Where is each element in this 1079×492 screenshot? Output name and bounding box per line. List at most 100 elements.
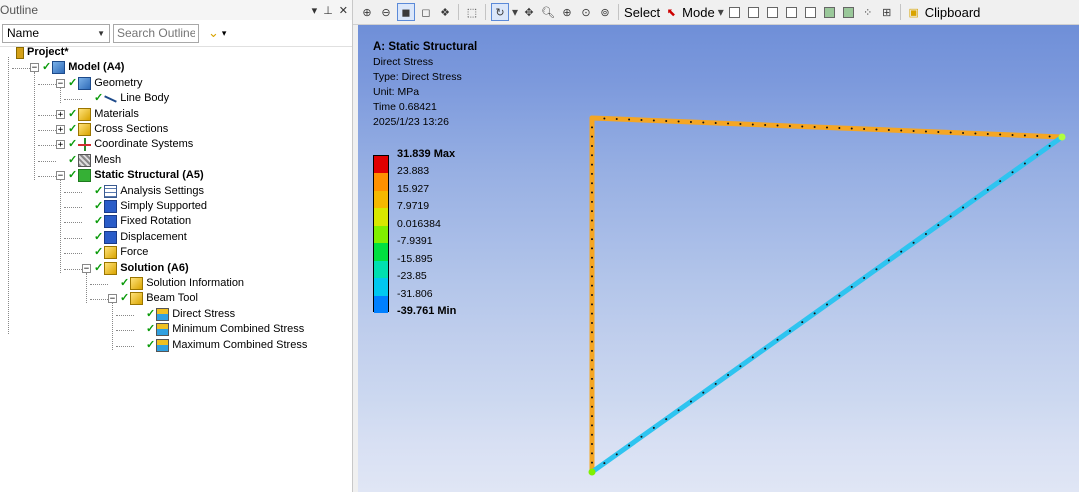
expand-filter-icon[interactable]: ⌄ [208,25,219,41]
mesh-node [999,180,1002,183]
mode-dropdown-icon[interactable]: ▾ [718,5,724,19]
tree-item-label: Solution (A6) [120,261,189,274]
rotate-icon[interactable]: ↻ [491,3,509,21]
mesh-node [591,387,593,390]
tree-item-label: Geometry [94,76,143,89]
tree-item[interactable]: ✓ Mesh [68,153,121,168]
select-mode-icon[interactable]: ⬉ [663,4,679,20]
simply-supported-icon [104,200,118,213]
tree-item[interactable]: ✓ Geometry [68,76,143,91]
tree-item[interactable]: Project* [16,45,69,60]
select-all-icon[interactable]: ⊞ [879,4,895,20]
select-face-icon[interactable] [765,4,781,20]
mesh-node [652,426,655,429]
outline-panel: Outline ▾ ⊥ ✕ Name ▼ ⌄ ▾ Project*−✓Model… [0,0,353,492]
search-outline-input[interactable] [113,23,199,43]
tree-item[interactable]: ✓ Cross Sections [68,122,168,137]
mesh-node [962,206,965,209]
coordinate-systems-icon [78,138,92,152]
select-button[interactable]: Select [624,5,660,20]
materials-icon [78,107,92,121]
tree-item[interactable]: ✓ Fixed Rotation [94,214,191,229]
shaded-view-icon[interactable]: ◼ [397,3,415,21]
tree-expander-icon[interactable]: − [56,78,65,88]
mode-button[interactable]: Mode [682,5,715,20]
wireframe-view-icon[interactable]: ◻ [418,4,434,20]
tree-item[interactable]: ✓ Force [94,245,148,260]
status-check-icon: ✓ [120,277,130,289]
tree-connector [38,145,56,147]
extend-selection-icon[interactable]: ⁘ [860,4,876,20]
mesh-node [591,135,593,138]
pan-icon[interactable]: ✥ [521,4,537,20]
tree-item[interactable]: ✓ Solution (A6) [94,261,189,276]
tree-item[interactable]: ✓ Static Structural (A5) [68,168,204,183]
mesh-node [776,338,779,341]
mesh-node [591,228,593,231]
tree-item[interactable]: ✓ Direct Stress [146,307,235,322]
filter-dropdown-icon[interactable]: ▾ [222,28,227,39]
tree-item[interactable]: ✓ Model (A4) [42,60,124,75]
tree-item[interactable]: ✓ Materials [68,107,139,122]
mesh-node [924,130,927,133]
mesh-node [665,418,668,421]
tree-expander-icon[interactable]: − [82,263,91,273]
mesh-node [591,452,593,455]
zoom-icon[interactable]: 🔍︎ [540,4,556,20]
displacement-icon [104,230,118,244]
tree-expander-icon[interactable]: + [56,125,65,135]
mesh-node [591,443,593,446]
close-icon[interactable]: ✕ [339,4,348,17]
clipboard-icon[interactable]: ▣ [906,4,922,20]
status-check-icon: ✓ [94,246,104,259]
tree-expander-icon[interactable]: + [56,109,65,119]
tree-connector [116,345,134,347]
mesh-node [591,191,593,194]
show-mesh-icon[interactable]: ❖ [437,4,453,20]
select-edge-icon[interactable] [746,4,762,20]
tree-item[interactable]: ✓ Beam Tool [120,291,198,306]
tree-item[interactable]: ✓ Line Body [94,91,169,106]
tree-item[interactable]: ✓ Displacement [94,230,187,245]
tree-item[interactable]: ✓ Maximum Combined Stress [146,338,307,353]
box-select-icon[interactable]: ⬚ [464,4,480,20]
panel-menu-icon[interactable]: ▾ [312,4,318,17]
magnifier-icon[interactable]: ⊚ [597,4,613,20]
zoom-to-fit-icon[interactable]: ⊙ [578,4,594,20]
tree-expander-icon[interactable]: − [30,63,39,73]
name-select[interactable]: Name ▼ [2,23,110,43]
select-vertex-icon[interactable] [727,4,743,20]
mesh-node [863,128,866,130]
pin-icon[interactable]: ⊥ [323,4,333,17]
mesh-node [999,133,1002,136]
select-element-face-icon[interactable] [822,4,838,20]
mesh-node [764,124,767,126]
select-node-icon[interactable] [803,4,819,20]
box-zoom-icon[interactable]: ⊕ [559,4,575,20]
rotate-dropdown-icon[interactable]: ▾ [512,5,518,19]
status-check-icon: ✓ [146,338,156,351]
tree-item[interactable]: ✓ Solution Information [120,276,244,291]
mesh-node [591,256,593,259]
tree-item[interactable]: ✓ Analysis Settings [94,184,204,199]
zoom-in-icon[interactable]: ⊕ [359,4,375,20]
tree-item-label: Maximum Combined Stress [172,338,308,351]
select-body-icon[interactable] [784,4,800,20]
tree-item[interactable]: ✓ Minimum Combined Stress [146,322,304,337]
select-element-icon[interactable] [841,4,857,20]
zoom-out-icon[interactable]: ⊖ [378,4,394,20]
tree-item-label: Simply Supported [120,200,208,212]
tree-item[interactable]: ✓ Coordinate Systems [68,137,193,152]
tree-connector [38,114,56,116]
tree-expander-icon[interactable]: − [108,294,117,304]
tree-connector [38,176,56,178]
tree-item[interactable]: ✓ Simply Supported [94,199,207,214]
mesh-node [702,391,705,394]
mesh-node [714,122,717,124]
status-check-icon: ✓ [146,323,156,336]
tree-expander-icon[interactable]: + [56,140,65,150]
clipboard-button[interactable]: Clipboard [925,5,981,20]
tree-expander-icon[interactable]: − [56,171,65,181]
graphics-viewport[interactable]: A: Static Structural Direct Stress Type:… [358,25,1079,492]
tree-item-label: Direct Stress [172,307,236,320]
